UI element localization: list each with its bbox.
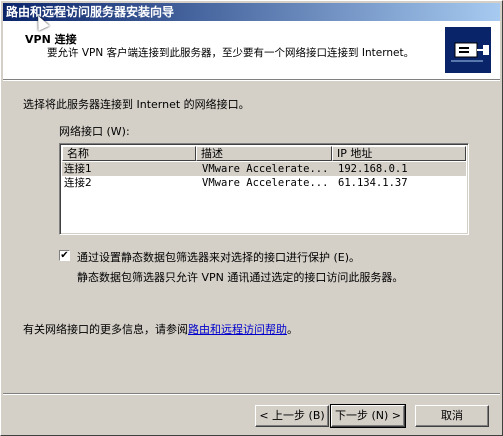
interface-ip: 192.168.0.1 [338, 163, 408, 175]
interface-description: VMware Accelerate... [202, 163, 329, 175]
column-ip[interactable]: IP 地址 [332, 146, 466, 161]
interfaces-list[interactable]: 名称 描述 IP 地址 连接1 VMware Accelerate... 192… [59, 143, 469, 235]
interface-name: 连接2 [64, 177, 92, 189]
window-title: 路由和远程访问服务器安装向导 [3, 3, 500, 21]
interface-ip: 61.134.1.37 [338, 177, 408, 189]
next-button[interactable]: 下一步 (N) > [330, 404, 406, 428]
interfaces-label: 网络接口 (W): [59, 125, 130, 138]
list-item[interactable]: 连接1 VMware Accelerate... 192.168.0.1 [62, 162, 466, 176]
interface-name: 连接1 [64, 163, 92, 175]
cancel-button[interactable]: 取消 [415, 405, 489, 427]
intro-text: 选择将此服务器连接到 Internet 的网络接口。 [23, 98, 250, 111]
header-divider [3, 79, 500, 81]
column-name[interactable]: 名称 [62, 146, 196, 161]
footer-divider [3, 393, 500, 395]
wizard-window: 路由和远程访问服务器安装向导 VPN 连接 要允许 VPN 客户端连接到此服务器… [0, 0, 503, 436]
wizard-header: VPN 连接 要允许 VPN 客户端连接到此服务器，至少要有一个网络接口连接到 … [3, 21, 500, 79]
help-link[interactable]: 路由和远程访问帮助 [188, 323, 287, 336]
protection-checkbox-label[interactable]: 通过设置静态数据包筛选器来对选择的接口进行保护 (E)。 [77, 249, 360, 265]
help-suffix: 。 [287, 323, 298, 336]
help-prefix: 有关网络接口的更多信息，请参阅 [23, 323, 188, 336]
back-button[interactable]: < 上一步 (B) [255, 405, 329, 427]
help-text: 有关网络接口的更多信息，请参阅路由和远程访问帮助。 [23, 321, 298, 337]
protection-checkbox[interactable]: ✔ [59, 250, 70, 261]
network-server-icon [445, 27, 491, 73]
header-title: VPN 连接 [25, 33, 77, 46]
interface-description: VMware Accelerate... [202, 177, 329, 189]
list-header: 名称 描述 IP 地址 [62, 146, 466, 161]
list-item[interactable]: 连接2 VMware Accelerate... 61.134.1.37 [62, 176, 466, 190]
header-description: 要允许 VPN 客户端连接到此服务器，至少要有一个网络接口连接到 Interne… [47, 47, 415, 59]
protection-description: 静态数据包筛选器只允许 VPN 通讯通过选定的接口访问此服务器。 [77, 271, 404, 284]
column-description[interactable]: 描述 [196, 146, 332, 161]
